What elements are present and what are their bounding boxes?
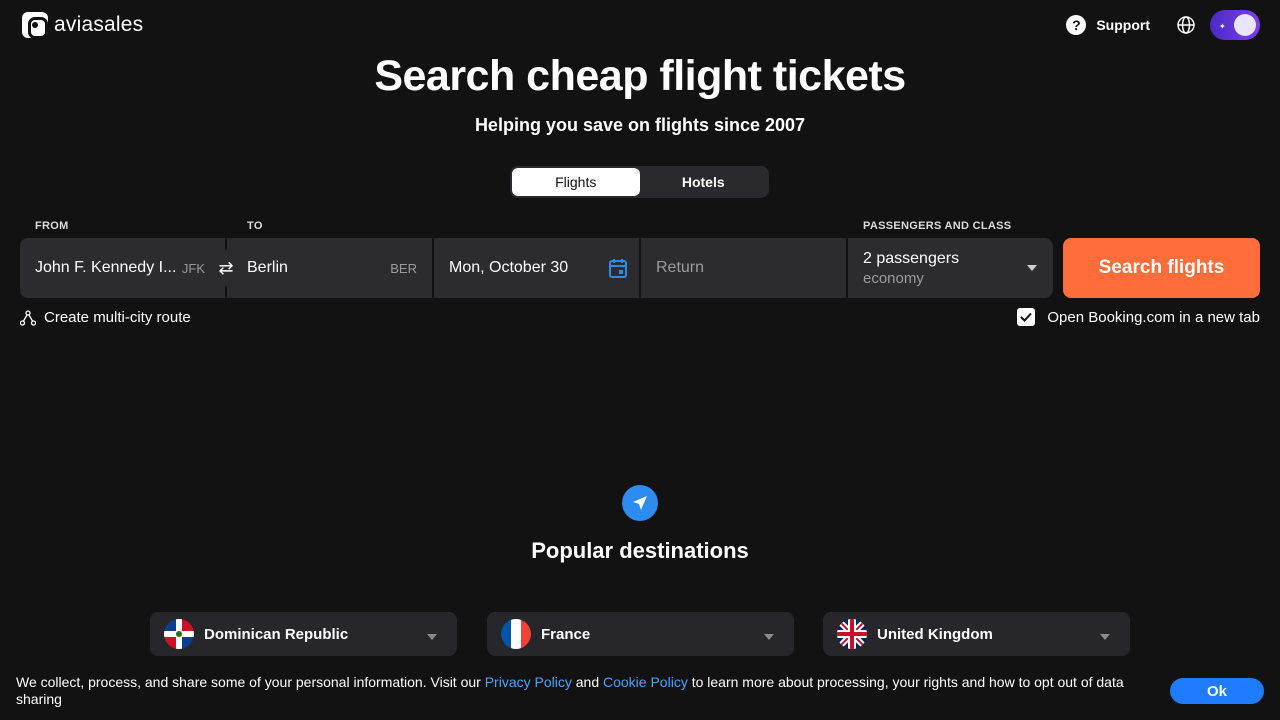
support-label: Support <box>1096 17 1150 33</box>
from-label: FROM <box>35 220 69 232</box>
chevron-down-icon <box>1100 634 1110 640</box>
theme-toggle[interactable]: ✦ <box>1210 10 1260 40</box>
to-label: TO <box>247 220 263 232</box>
star-icon: ✦ <box>1219 22 1226 31</box>
origin-field[interactable]: John F. Kennedy I... JFK <box>20 238 225 298</box>
chevron-down-icon <box>427 634 437 640</box>
passengers-field[interactable]: 2 passengers economy <box>848 238 1053 298</box>
support-link[interactable]: ? Support <box>1066 15 1150 35</box>
booking-checkbox[interactable] <box>1017 308 1036 326</box>
cookie-text-part: We collect, process, and share some of y… <box>16 674 485 690</box>
departure-date-value: Mon, October 30 <box>449 259 569 276</box>
class-value: economy <box>863 269 924 287</box>
destination-label: Dominican Republic <box>204 625 349 643</box>
passengers-label: PASSENGERS AND CLASS <box>863 220 1012 232</box>
cookie-ok-button[interactable]: Ok <box>1170 678 1264 704</box>
destination-france[interactable]: France <box>487 612 794 656</box>
france-flag-icon <box>501 619 531 649</box>
multicity-label: Create multi-city route <box>44 309 191 326</box>
united-kingdom-flag-icon <box>837 619 867 649</box>
page-title: Search cheap flight tickets <box>374 52 906 100</box>
departure-date-field[interactable]: Mon, October 30 <box>434 238 639 298</box>
return-date-field[interactable]: Return <box>641 238 846 298</box>
booking-option[interactable]: Open Booking.com in a new tab <box>1017 308 1260 326</box>
header-actions: ? Support ✦ <box>1066 10 1260 40</box>
theme-toggle-knob <box>1234 14 1256 36</box>
origin-code: JFK <box>181 261 205 276</box>
destination-label: United Kingdom <box>877 625 993 643</box>
destination-dominican-republic[interactable]: Dominican Republic <box>150 612 457 656</box>
destination-label: France <box>541 625 591 643</box>
origin-value: John F. Kennedy I... <box>35 259 177 276</box>
cookie-text: We collect, process, and share some of y… <box>16 674 1126 708</box>
cookie-text-part: and <box>571 674 603 690</box>
search-flights-button[interactable]: Search flights <box>1063 238 1260 298</box>
tab-hotels[interactable]: Hotels <box>640 168 768 196</box>
dominican-republic-flag-icon <box>164 619 194 649</box>
checkmark-icon <box>1020 312 1033 322</box>
calendar-icon <box>609 259 627 278</box>
question-icon: ? <box>1066 15 1087 35</box>
destination-code: BER <box>390 261 417 276</box>
page-subtitle: Helping you save on flights since 2007 <box>474 115 806 135</box>
cookie-banner: We collect, process, and share some of y… <box>0 661 1280 720</box>
aviasales-logo-icon <box>22 12 48 39</box>
chevron-down-icon <box>1027 265 1037 271</box>
globe-icon[interactable] <box>1176 15 1196 35</box>
page: aviasales ? Support ✦ Search cheap fligh… <box>0 0 1280 720</box>
chevron-down-icon <box>764 634 774 640</box>
cookie-policy-link[interactable]: Cookie Policy <box>603 674 688 690</box>
passengers-value: 2 passengers <box>863 249 960 267</box>
destination-field[interactable]: Berlin BER <box>227 238 432 298</box>
popular-destinations-title: Popular destinations <box>531 538 749 563</box>
route-icon <box>20 309 36 326</box>
paper-plane-icon <box>622 485 658 521</box>
privacy-policy-link[interactable]: Privacy Policy <box>485 674 572 690</box>
multicity-link[interactable]: Create multi-city route <box>20 309 191 326</box>
destination-united-kingdom[interactable]: United Kingdom <box>823 612 1130 656</box>
logo-text: aviasales <box>54 13 144 36</box>
destination-value: Berlin <box>247 259 288 276</box>
booking-label: Open Booking.com in a new tab <box>1047 308 1260 326</box>
tab-flights[interactable]: Flights <box>512 168 640 196</box>
search-type-tabs: Flights Hotels <box>510 166 769 198</box>
return-placeholder: Return <box>656 259 705 276</box>
logo[interactable]: aviasales <box>22 12 144 39</box>
swap-icon[interactable]: ⇄ <box>212 250 240 286</box>
